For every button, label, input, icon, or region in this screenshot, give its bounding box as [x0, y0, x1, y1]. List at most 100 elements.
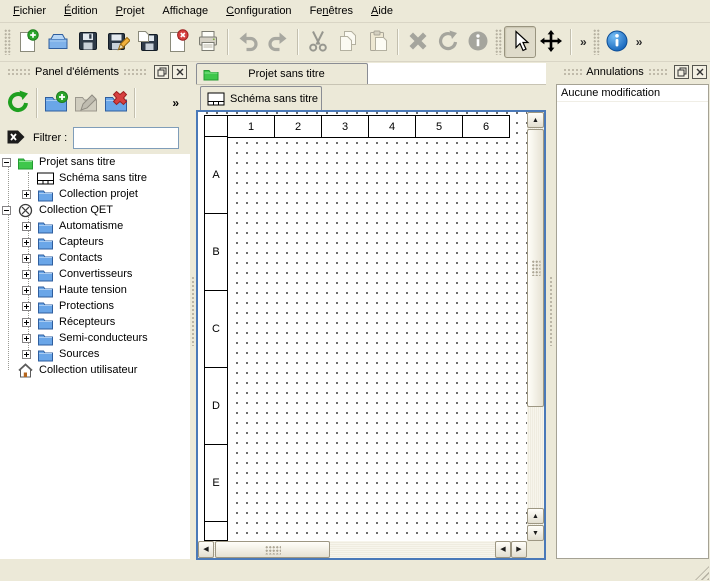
information-button[interactable] [463, 27, 493, 57]
menu-fichier[interactable]: Fichier [4, 2, 55, 20]
undo-button[interactable] [233, 27, 263, 57]
menu-configuration[interactable]: Configuration [217, 2, 300, 20]
save-button[interactable] [73, 27, 103, 57]
collapse-minus-icon[interactable] [2, 206, 11, 215]
tree-item-capteurs[interactable]: Capteurs [0, 234, 190, 250]
undo-panel-titlebar[interactable]: Annulations [556, 63, 710, 81]
tree-item-haute-tension[interactable]: Haute tension [0, 282, 190, 298]
undo-history-item[interactable]: Aucune modification [557, 85, 708, 102]
expand-plus-icon[interactable] [22, 190, 31, 199]
menu-affichage[interactable]: Affichage [153, 2, 217, 20]
vertical-scrollbar[interactable]: ▲ ▲ ▼ [527, 112, 544, 541]
tree-item-projet-sans-titre[interactable]: Projet sans titre [0, 154, 190, 170]
tree-item-label: Automatisme [59, 220, 123, 232]
right-splitter[interactable] [548, 63, 554, 559]
scroll-up-button[interactable]: ▲ [527, 508, 544, 524]
expand-plus-icon[interactable] [22, 350, 31, 359]
tree-item-collection-qet[interactable]: Collection QET [0, 202, 190, 218]
menu-fenetres[interactable]: Fenêtres [301, 2, 362, 20]
tree-item-label: Sources [59, 348, 99, 360]
expand-plus-icon[interactable] [22, 238, 31, 247]
horizontal-scrollbar[interactable]: ◀ ◀ ▶ [198, 541, 527, 558]
copy-icon [336, 29, 360, 56]
vertical-scroll-thumb[interactable] [527, 129, 544, 407]
float-icon [157, 67, 167, 77]
tree-item-semi-conducteurs[interactable]: Semi-conducteurs [0, 330, 190, 346]
scroll-down-button[interactable]: ▼ [527, 525, 544, 541]
menu-edition[interactable]: Édition [55, 2, 107, 20]
folder-icon [35, 235, 55, 250]
scroll-right-button[interactable]: ▶ [511, 541, 527, 558]
toolbar-drag-handle[interactable] [495, 29, 502, 55]
expand-plus-icon[interactable] [22, 254, 31, 263]
expand-plus-icon[interactable] [22, 302, 31, 311]
scroll-left-button[interactable]: ◀ [495, 541, 511, 558]
scroll-up-button[interactable]: ▲ [527, 112, 544, 128]
resize-grip[interactable] [695, 566, 709, 580]
row-header: ABCDE [204, 137, 228, 541]
tree-item-sources[interactable]: Sources [0, 346, 190, 362]
expand-plus-icon[interactable] [22, 334, 31, 343]
menu-aide[interactable]: Aide [362, 2, 402, 20]
new-category-button[interactable] [41, 88, 71, 118]
move-icon [539, 29, 563, 56]
menu-bar: FichierÉditionProjetAffichageConfigurati… [0, 0, 710, 23]
rotate-button[interactable] [433, 27, 463, 57]
copy-button[interactable] [333, 27, 363, 57]
tab-schema[interactable]: Schéma sans titre [200, 86, 322, 111]
float-panel-button[interactable] [154, 65, 169, 79]
horizontal-scroll-thumb[interactable] [215, 541, 330, 558]
panel-overflow-chevron[interactable]: » [172, 96, 179, 110]
toolbar-drag-handle[interactable] [593, 29, 600, 55]
tree-item-label: Contacts [59, 252, 102, 264]
reload-collections-button[interactable] [3, 88, 33, 118]
expand-plus-icon[interactable] [22, 222, 31, 231]
tree-item-collection-projet[interactable]: Collection projet [0, 186, 190, 202]
save-as-button[interactable] [103, 27, 133, 57]
toolbar-overflow-chevron[interactable]: » [632, 35, 647, 49]
save-all-button[interactable] [133, 27, 163, 57]
new-document-button[interactable] [13, 27, 43, 57]
float-panel-button[interactable] [674, 65, 689, 79]
edit-category-button[interactable] [71, 88, 101, 118]
tree-item-contacts[interactable]: Contacts [0, 250, 190, 266]
move-tool-button[interactable] [536, 27, 566, 57]
select-tool-button[interactable] [504, 26, 536, 58]
redo-button[interactable] [263, 27, 293, 57]
paste-button[interactable] [363, 27, 393, 57]
close-panel-button[interactable] [172, 65, 187, 79]
filter-input[interactable] [73, 127, 179, 149]
cut-button[interactable] [303, 27, 333, 57]
toolbar-drag-handle[interactable] [4, 29, 11, 55]
select-arrow-icon [508, 29, 532, 56]
tree-item-recepteurs[interactable]: Récepteurs [0, 314, 190, 330]
collapse-minus-icon[interactable] [2, 158, 11, 167]
tree-item-protections[interactable]: Protections [0, 298, 190, 314]
print-button[interactable] [193, 27, 223, 57]
tree-item-convertisseurs[interactable]: Convertisseurs [0, 266, 190, 282]
close-document-button[interactable] [163, 27, 193, 57]
menu-projet[interactable]: Projet [107, 2, 154, 20]
clear-filter-icon[interactable] [6, 129, 33, 148]
filter-label: Filtrer : [33, 132, 67, 144]
expand-plus-icon[interactable] [22, 270, 31, 279]
delete-button[interactable] [403, 27, 433, 57]
dock-handle-texture [648, 68, 667, 76]
schema-canvas[interactable]: 123456 ABCDE [198, 112, 527, 541]
expand-plus-icon[interactable] [22, 286, 31, 295]
project-folder-icon [15, 155, 35, 170]
tree-item-automatisme[interactable]: Automatisme [0, 218, 190, 234]
open-document-button[interactable] [43, 27, 73, 57]
tree-item-schema-sans-titre[interactable]: Schéma sans titre [0, 170, 190, 186]
delete-category-button[interactable] [101, 88, 131, 118]
scroll-left-button[interactable]: ◀ [198, 541, 214, 558]
tab-project[interactable]: Projet sans titre [196, 63, 368, 84]
elements-panel-titlebar[interactable]: Panel d'éléments [0, 63, 190, 81]
undo-history-list[interactable]: Aucune modification [556, 84, 709, 559]
save-as-icon [106, 29, 130, 56]
tree-item-collection-utilisateur[interactable]: Collection utilisateur [0, 362, 190, 378]
expand-plus-icon[interactable] [22, 318, 31, 327]
diagram-info-button[interactable] [602, 27, 632, 57]
toolbar-overflow-chevron[interactable]: » [576, 35, 591, 49]
close-panel-button[interactable] [692, 65, 707, 79]
